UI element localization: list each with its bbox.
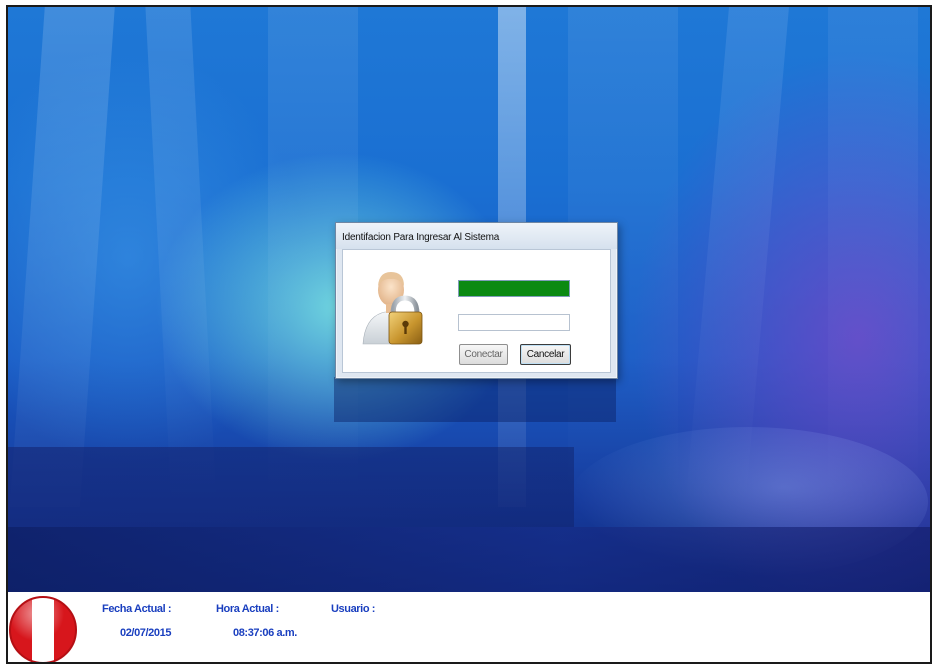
fecha-value: 02/07/2015 <box>120 627 172 639</box>
fecha-label: Fecha Actual : <box>102 603 172 615</box>
cancel-button[interactable]: Cancelar <box>520 344 571 365</box>
wallpaper-band <box>8 447 574 527</box>
username-input[interactable] <box>458 280 570 297</box>
user-lock-icon <box>362 272 423 345</box>
hora-value: 08:37:06 a.m. <box>233 627 297 639</box>
desktop-wallpaper: Identifacion Para Ingresar Al Sistema Co… <box>8 7 930 592</box>
peru-flag-icon <box>9 596 77 662</box>
hora-label: Hora Actual : <box>216 603 279 615</box>
app-window: Identifacion Para Ingresar Al Sistema Co… <box>6 5 932 664</box>
status-bar: Fecha Actual : Hora Actual : Usuario : 0… <box>8 592 930 662</box>
light-beam <box>144 7 217 507</box>
password-input[interactable] <box>458 314 570 331</box>
dialog-title: Identifacion Para Ingresar Al Sistema <box>336 223 617 249</box>
light-beam <box>9 7 117 507</box>
dialog-body: Conectar Cancelar <box>342 249 611 373</box>
light-beam <box>828 7 918 507</box>
wallpaper-band <box>334 377 616 422</box>
login-dialog: Identifacion Para Ingresar Al Sistema Co… <box>335 222 618 379</box>
connect-button[interactable]: Conectar <box>459 344 508 365</box>
usuario-label: Usuario : <box>331 603 376 615</box>
wallpaper-band <box>8 527 930 592</box>
